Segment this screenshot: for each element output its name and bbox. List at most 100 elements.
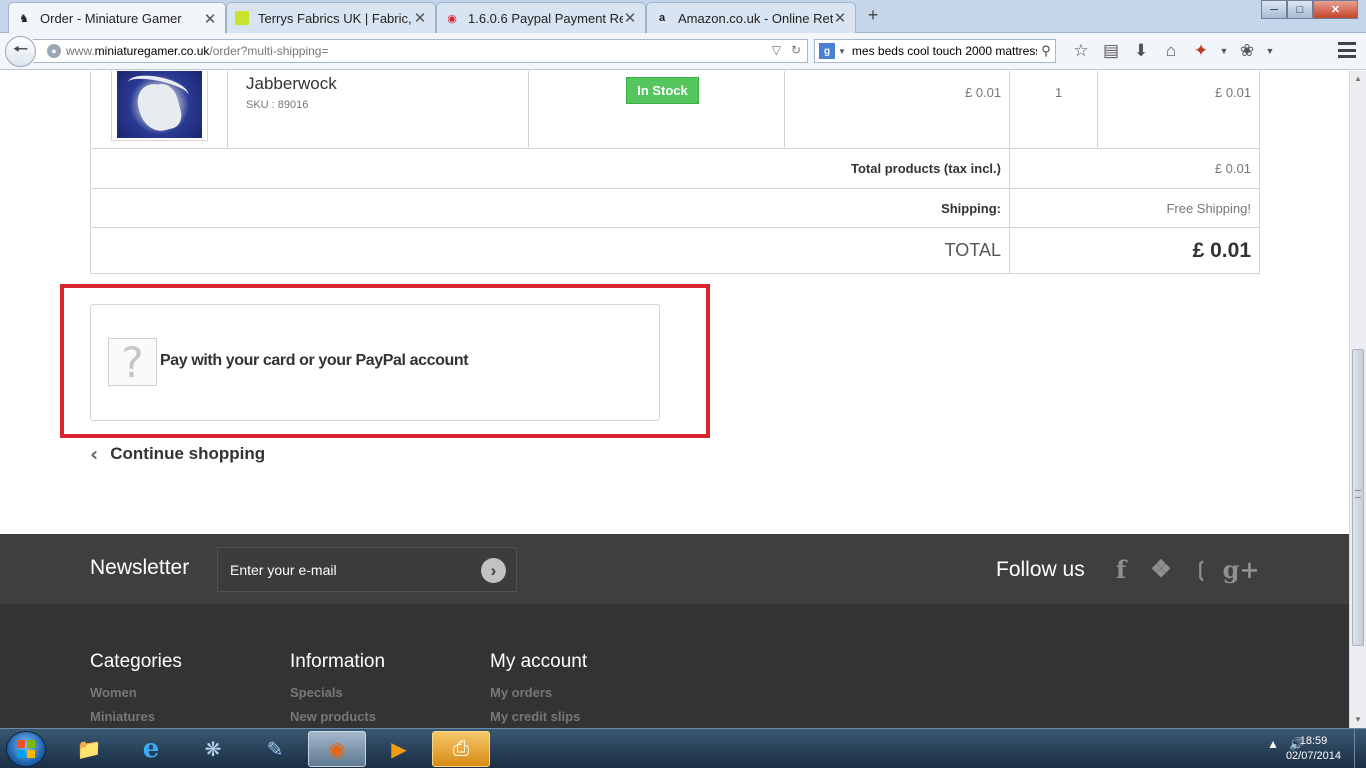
google-plus-icon[interactable]: g+: [1223, 554, 1260, 584]
tab-order-miniature-gamer[interactable]: ♞ Order - Miniature Gamer ✕: [8, 2, 226, 34]
site-favicon-icon: ♞: [19, 13, 29, 25]
tab-label: Order - Miniature Gamer: [40, 11, 182, 26]
scroll-down-arrow-icon[interactable]: ▼: [1350, 712, 1366, 728]
table-row: Total products (tax incl.) £ 0.01: [91, 149, 1259, 189]
show-hidden-icons-icon[interactable]: ▲: [1267, 737, 1279, 751]
url-prefix: www.: [66, 44, 95, 58]
footer-column-title: Categories: [90, 651, 182, 672]
tab-paypal-payment[interactable]: ◉ 1.6.0.6 Paypal Payment Ret... ✕: [436, 2, 646, 33]
newsletter-title: Newsletter: [90, 556, 190, 579]
line-total: £ 0.01: [1215, 85, 1252, 100]
scrollbar-thumb[interactable]: [1352, 349, 1364, 646]
browser-tab-bar: ♞ Order - Miniature Gamer ✕ Terrys Fabri…: [0, 0, 1366, 34]
hamburger-menu-icon[interactable]: [1338, 42, 1356, 58]
newsletter-email-input[interactable]: Enter your e-mail ›: [217, 547, 517, 592]
scroll-up-arrow-icon[interactable]: ▲: [1350, 71, 1366, 87]
close-window-button[interactable]: ✕: [1313, 0, 1358, 19]
taskbar-clock[interactable]: 18:59 02/07/2014: [1286, 734, 1341, 764]
internet-explorer-icon: e: [142, 734, 160, 764]
newsletter-section: Newsletter Enter your e-mail › Follow us…: [0, 534, 1349, 604]
footer-categories: Categories Women Miniatures: [90, 651, 182, 728]
search-bar[interactable]: g ▼ mes beds cool touch 2000 mattress ⚲: [814, 39, 1056, 63]
facebook-icon[interactable]: f: [1108, 554, 1134, 584]
product-thumbnail[interactable]: [111, 71, 208, 141]
footer-link-my-orders[interactable]: My orders: [490, 685, 587, 700]
quantity-cell: [1010, 71, 1098, 149]
footer-link-new-products[interactable]: New products: [290, 709, 385, 724]
paypal-payment-option[interactable]: ? Pay with your card or your PayPal acco…: [90, 304, 660, 421]
maximize-button[interactable]: □: [1287, 0, 1313, 19]
addon-dropdown-icon[interactable]: ▼: [1216, 46, 1232, 56]
twitter-icon[interactable]: ❖: [1148, 554, 1174, 584]
extension-icon[interactable]: ❀: [1232, 41, 1262, 61]
dragon-miniature-image: [117, 71, 202, 138]
page-scrollbar[interactable]: ▲ ▼: [1349, 71, 1366, 728]
tab-terrys-fabrics[interactable]: Terrys Fabrics UK | Fabric, ... ✕: [226, 2, 436, 33]
downloads-icon[interactable]: ⬇: [1126, 41, 1156, 61]
tab-close-icon[interactable]: ✕: [833, 9, 847, 27]
newsletter-submit-button[interactable]: ›: [481, 558, 506, 583]
tab-close-icon[interactable]: ✕: [203, 10, 217, 28]
back-button[interactable]: 🠔: [5, 36, 36, 67]
footer-link-specials[interactable]: Specials: [290, 685, 385, 700]
cart-summary-table: Jabberwock SKU : 89016 In Stock £ 0.01 1…: [90, 71, 1260, 274]
product-sku: SKU : 89016: [246, 99, 309, 111]
tab-amazon[interactable]: a Amazon.co.uk - Online Ret... ✕: [646, 2, 856, 33]
clock-time: 18:59: [1299, 735, 1328, 747]
media-player-taskbar-button[interactable]: ▶: [370, 731, 428, 767]
toolbar-icons: ☆ ▤ ⬇ ⌂ ✦ ▼ ❀ ▼: [1066, 41, 1278, 61]
start-button[interactable]: [6, 731, 46, 767]
globe-icon: ●: [47, 44, 61, 58]
internet-explorer-taskbar-button[interactable]: e: [122, 731, 180, 767]
site-favicon-icon: ◉: [447, 12, 457, 25]
paypal-payment-label[interactable]: Pay with your card or your PayPal accoun…: [160, 352, 469, 370]
extension-dropdown-icon[interactable]: ▼: [1262, 46, 1278, 56]
tab-label: Terrys Fabrics UK | Fabric, ...: [258, 10, 413, 26]
windows-taskbar: 📁 e ❋ ✎ ◉ ▶ ⎙ ▲ 🔊 18:59 02/07/2014: [0, 728, 1366, 768]
tab-close-icon[interactable]: ✕: [623, 9, 637, 27]
site-footer: Categories Women Miniatures Information …: [0, 604, 1349, 728]
minimize-button[interactable]: ─: [1261, 0, 1287, 19]
bookmark-star-icon[interactable]: ☆: [1066, 41, 1096, 61]
shipping-value: Free Shipping!: [1166, 200, 1251, 216]
history-dropdown-icon[interactable]: ▽: [772, 43, 781, 57]
show-desktop-button[interactable]: [1354, 729, 1366, 768]
continue-shopping-link[interactable]: ‹ Continue shopping: [90, 442, 265, 466]
app-taskbar-button[interactable]: ❋: [184, 731, 242, 767]
footer-my-account: My account My orders My credit slips: [490, 651, 587, 728]
footer-information: Information Specials New products: [290, 651, 385, 728]
google-search-icon[interactable]: g: [819, 43, 835, 59]
media-player-icon: ▶: [391, 738, 407, 761]
search-input[interactable]: mes beds cool touch 2000 mattress: [852, 44, 1037, 58]
footer-column-title: My account: [490, 651, 588, 672]
tab-label: Amazon.co.uk - Online Ret...: [678, 10, 833, 26]
app-taskbar-button[interactable]: ✎: [246, 731, 304, 767]
firefox-taskbar-button[interactable]: ◉: [308, 731, 366, 767]
unit-price: £ 0.01: [965, 85, 1002, 100]
total-products-label: Total products (tax incl.): [91, 149, 1010, 188]
shipping-label: Shipping:: [91, 189, 1010, 227]
site-favicon-icon: [235, 11, 249, 25]
folder-icon: 📁: [76, 738, 102, 761]
firefox-icon: ◉: [328, 738, 346, 761]
social-links: f ❖ ❲ g+: [1108, 554, 1260, 584]
explorer-taskbar-button[interactable]: 📁: [60, 731, 118, 767]
footer-link-my-credit-slips[interactable]: My credit slips: [490, 709, 587, 724]
home-icon[interactable]: ⌂: [1156, 41, 1186, 61]
addon-icon[interactable]: ✦: [1186, 41, 1216, 61]
back-arrow-icon: 🠔: [12, 38, 29, 59]
browser-nav-bar: ● www. miniaturegamer.co.uk /order?multi…: [0, 33, 1366, 70]
address-bar[interactable]: ● www. miniaturegamer.co.uk /order?multi…: [33, 39, 808, 63]
reading-list-icon[interactable]: ▤: [1096, 41, 1126, 61]
footer-link-women[interactable]: Women: [90, 685, 182, 700]
printer-taskbar-button[interactable]: ⎙: [432, 731, 490, 767]
new-tab-button[interactable]: +: [862, 5, 884, 26]
product-name[interactable]: Jabberwock: [246, 74, 337, 94]
product-image-cell: [91, 71, 228, 149]
footer-link-miniatures[interactable]: Miniatures: [90, 709, 182, 724]
reload-icon[interactable]: ↻: [791, 43, 801, 57]
tab-close-icon[interactable]: ✕: [413, 9, 427, 27]
search-go-icon[interactable]: ⚲: [1037, 43, 1055, 59]
search-engine-dropdown-icon[interactable]: ▼: [838, 47, 846, 56]
rss-icon[interactable]: ❲: [1188, 554, 1214, 584]
